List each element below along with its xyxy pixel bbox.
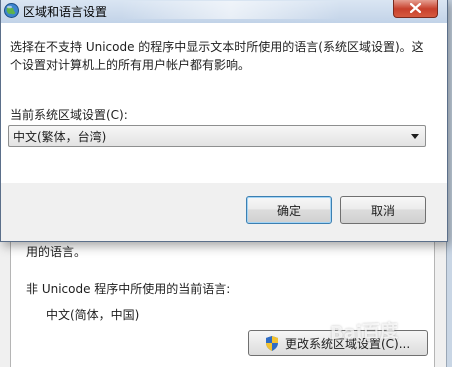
- shield-icon: [266, 335, 278, 351]
- dialog-content: 选择在不支持 Unicode 的程序中显示文本时所使用的语言(系统区域设置)。这…: [1, 23, 447, 183]
- system-locale-value: 中文(繁体，台湾): [13, 129, 107, 144]
- partial-text: 用的语言。: [26, 245, 87, 259]
- close-icon: [410, 3, 421, 13]
- current-locale-label: 当前系统区域设置(C):: [10, 108, 128, 122]
- watermark: Bai百度: [329, 320, 399, 345]
- chevron-down-icon: [411, 134, 419, 139]
- cancel-button[interactable]: 取消: [340, 196, 426, 224]
- title-bar[interactable]: 区域和语言设置: [1, 0, 447, 23]
- globe-icon: [4, 3, 19, 18]
- dialog-title: 区域和语言设置: [23, 5, 108, 19]
- non-unicode-label: 非 Unicode 程序中所使用的当前语言:: [26, 282, 231, 296]
- ok-button[interactable]: 确定: [246, 196, 332, 224]
- region-language-dialog: 区域和语言设置 选择在不支持 Unicode 的程序中显示文本时所使用的语言(系…: [0, 0, 448, 242]
- description-text: 选择在不支持 Unicode 的程序中显示文本时所使用的语言(系统区域设置)。这…: [10, 40, 424, 72]
- current-language-value: 中文(简体，中国): [46, 308, 140, 322]
- system-locale-select[interactable]: 中文(繁体，台湾): [8, 125, 426, 147]
- close-button[interactable]: [393, 0, 438, 18]
